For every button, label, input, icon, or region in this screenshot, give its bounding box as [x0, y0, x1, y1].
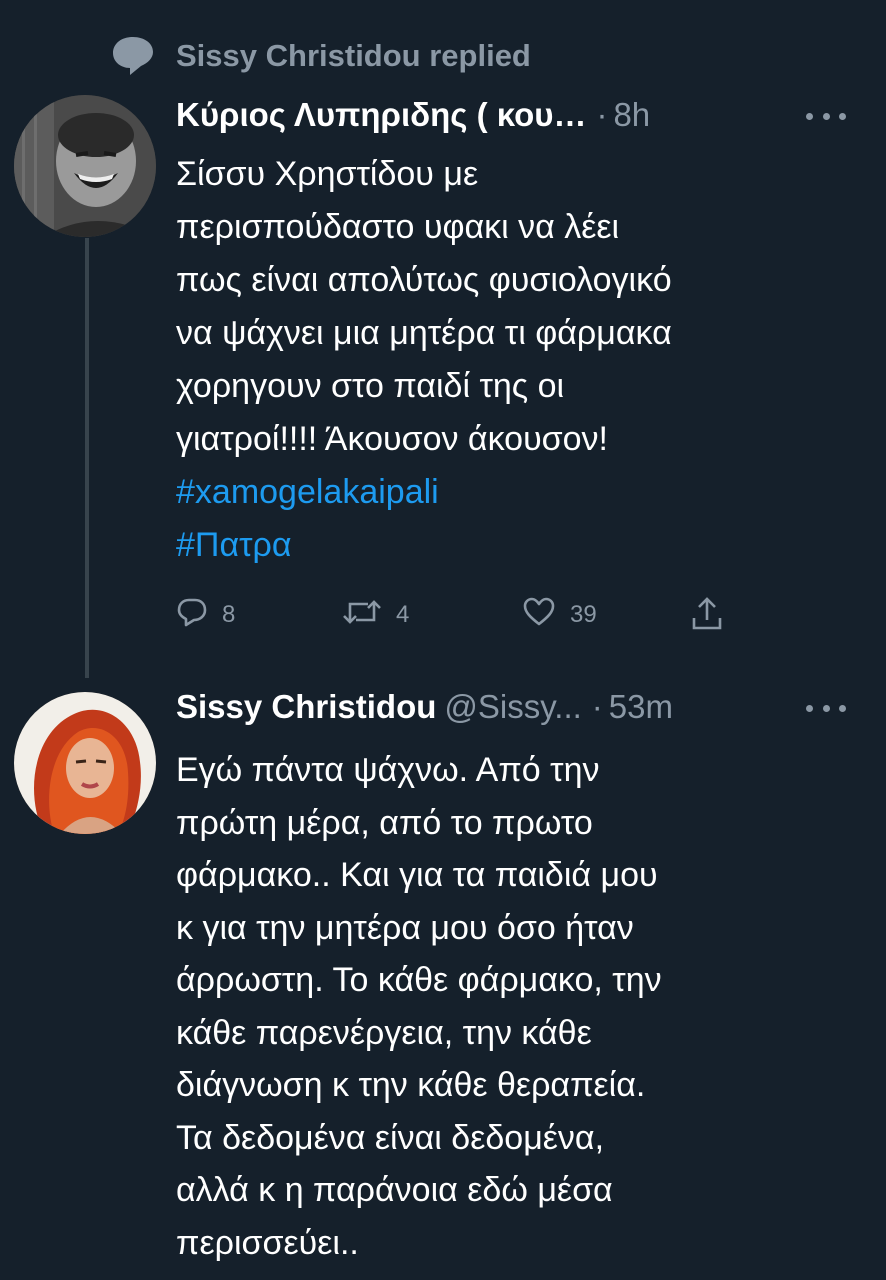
retweet-icon [342, 596, 382, 633]
like-count: 39 [570, 600, 597, 628]
reply-icon [176, 596, 208, 633]
author-name[interactable]: Κύριος Λυπηριδης ( κου… [176, 96, 586, 134]
tweet-text-line: κάθε παρενέργεια, την κάθε [176, 1013, 592, 1052]
hashtag-link[interactable]: #xamogelakaipali [176, 466, 672, 519]
tweet-text-line: διάγνωση κ την κάθε θεραπεία. [176, 1066, 646, 1104]
tweet-text: Εγώ πάντα ψάχνω. Από την πρώτη μέρα, από… [176, 744, 662, 1269]
more-options-icon[interactable] [806, 106, 846, 126]
hashtag-link[interactable]: #Πατρα [176, 519, 672, 572]
avatar[interactable] [14, 95, 156, 237]
avatar[interactable] [14, 692, 156, 834]
speech-bubble-icon [110, 34, 156, 84]
tweet-text-line: πως είναι απολύτως φυσιολογικό [176, 261, 672, 299]
author-handle[interactable]: @Sissy... [444, 688, 581, 726]
thread-line [85, 238, 89, 678]
tweet-text-line: Τα δεδομένα είναι δεδομένα, [176, 1118, 605, 1157]
tweet-text-line: κ για την μητέρα μου όσο ήταν [176, 908, 634, 947]
tweet-text: Σίσσυ Χρηστίδου με περισπούδαστο υφακι ν… [176, 148, 672, 572]
reply-button[interactable]: 8 [176, 596, 235, 633]
tweet-actions: 8 4 39 [176, 596, 736, 636]
tweet-text-line: να ψάχνει μια μητέρα τι φάρμακα [176, 314, 672, 352]
retweet-button[interactable]: 4 [342, 596, 409, 633]
share-button[interactable] [690, 596, 724, 637]
tweet-text-line: πρώτη μέρα, από το πρωτο [176, 803, 593, 842]
author-name[interactable]: Sissy Christidou [176, 688, 436, 726]
tweet-header: Sissy Christidou @Sissy... · 53m [176, 688, 673, 732]
more-options-icon[interactable] [806, 698, 846, 718]
share-icon [690, 596, 724, 637]
tweet-text-line: περισπούδαστο υφακι να λέει [176, 208, 620, 246]
retweet-count: 4 [396, 600, 410, 628]
tweet-text-line: φάρμακο.. Και για τα παιδιά μου [176, 856, 658, 894]
reply-context-text: Sissy Christidou replied [176, 38, 531, 73]
tweet-text-line: άρρωστη. Το κάθε φάρμακο, την [176, 961, 662, 999]
tweet-header: Κύριος Λυπηριδης ( κου… · 8h [176, 96, 650, 140]
tweet-text-line: Εγώ πάντα ψάχνω. Από την [176, 751, 600, 789]
tweet-text-line: Σίσσυ Χρηστίδου με [176, 155, 479, 193]
tweet-text-line: αλλά κ η παράνοια εδώ μέσα [176, 1171, 613, 1209]
timestamp[interactable]: 53m [609, 688, 673, 726]
tweet-text-line: γιατροί!!!! Άκουσον άκουσον! [176, 420, 609, 458]
timestamp[interactable]: 8h [613, 96, 650, 134]
separator-dot: · [591, 688, 603, 725]
heart-icon [522, 596, 556, 633]
like-button[interactable]: 39 [522, 596, 597, 633]
tweet-text-line: περισσεύει.. [176, 1223, 359, 1262]
separator-dot: · [596, 96, 608, 133]
tweet-text-line: χορηγουν στο παιδί της οι [176, 367, 565, 405]
reply-count: 8 [222, 600, 236, 628]
